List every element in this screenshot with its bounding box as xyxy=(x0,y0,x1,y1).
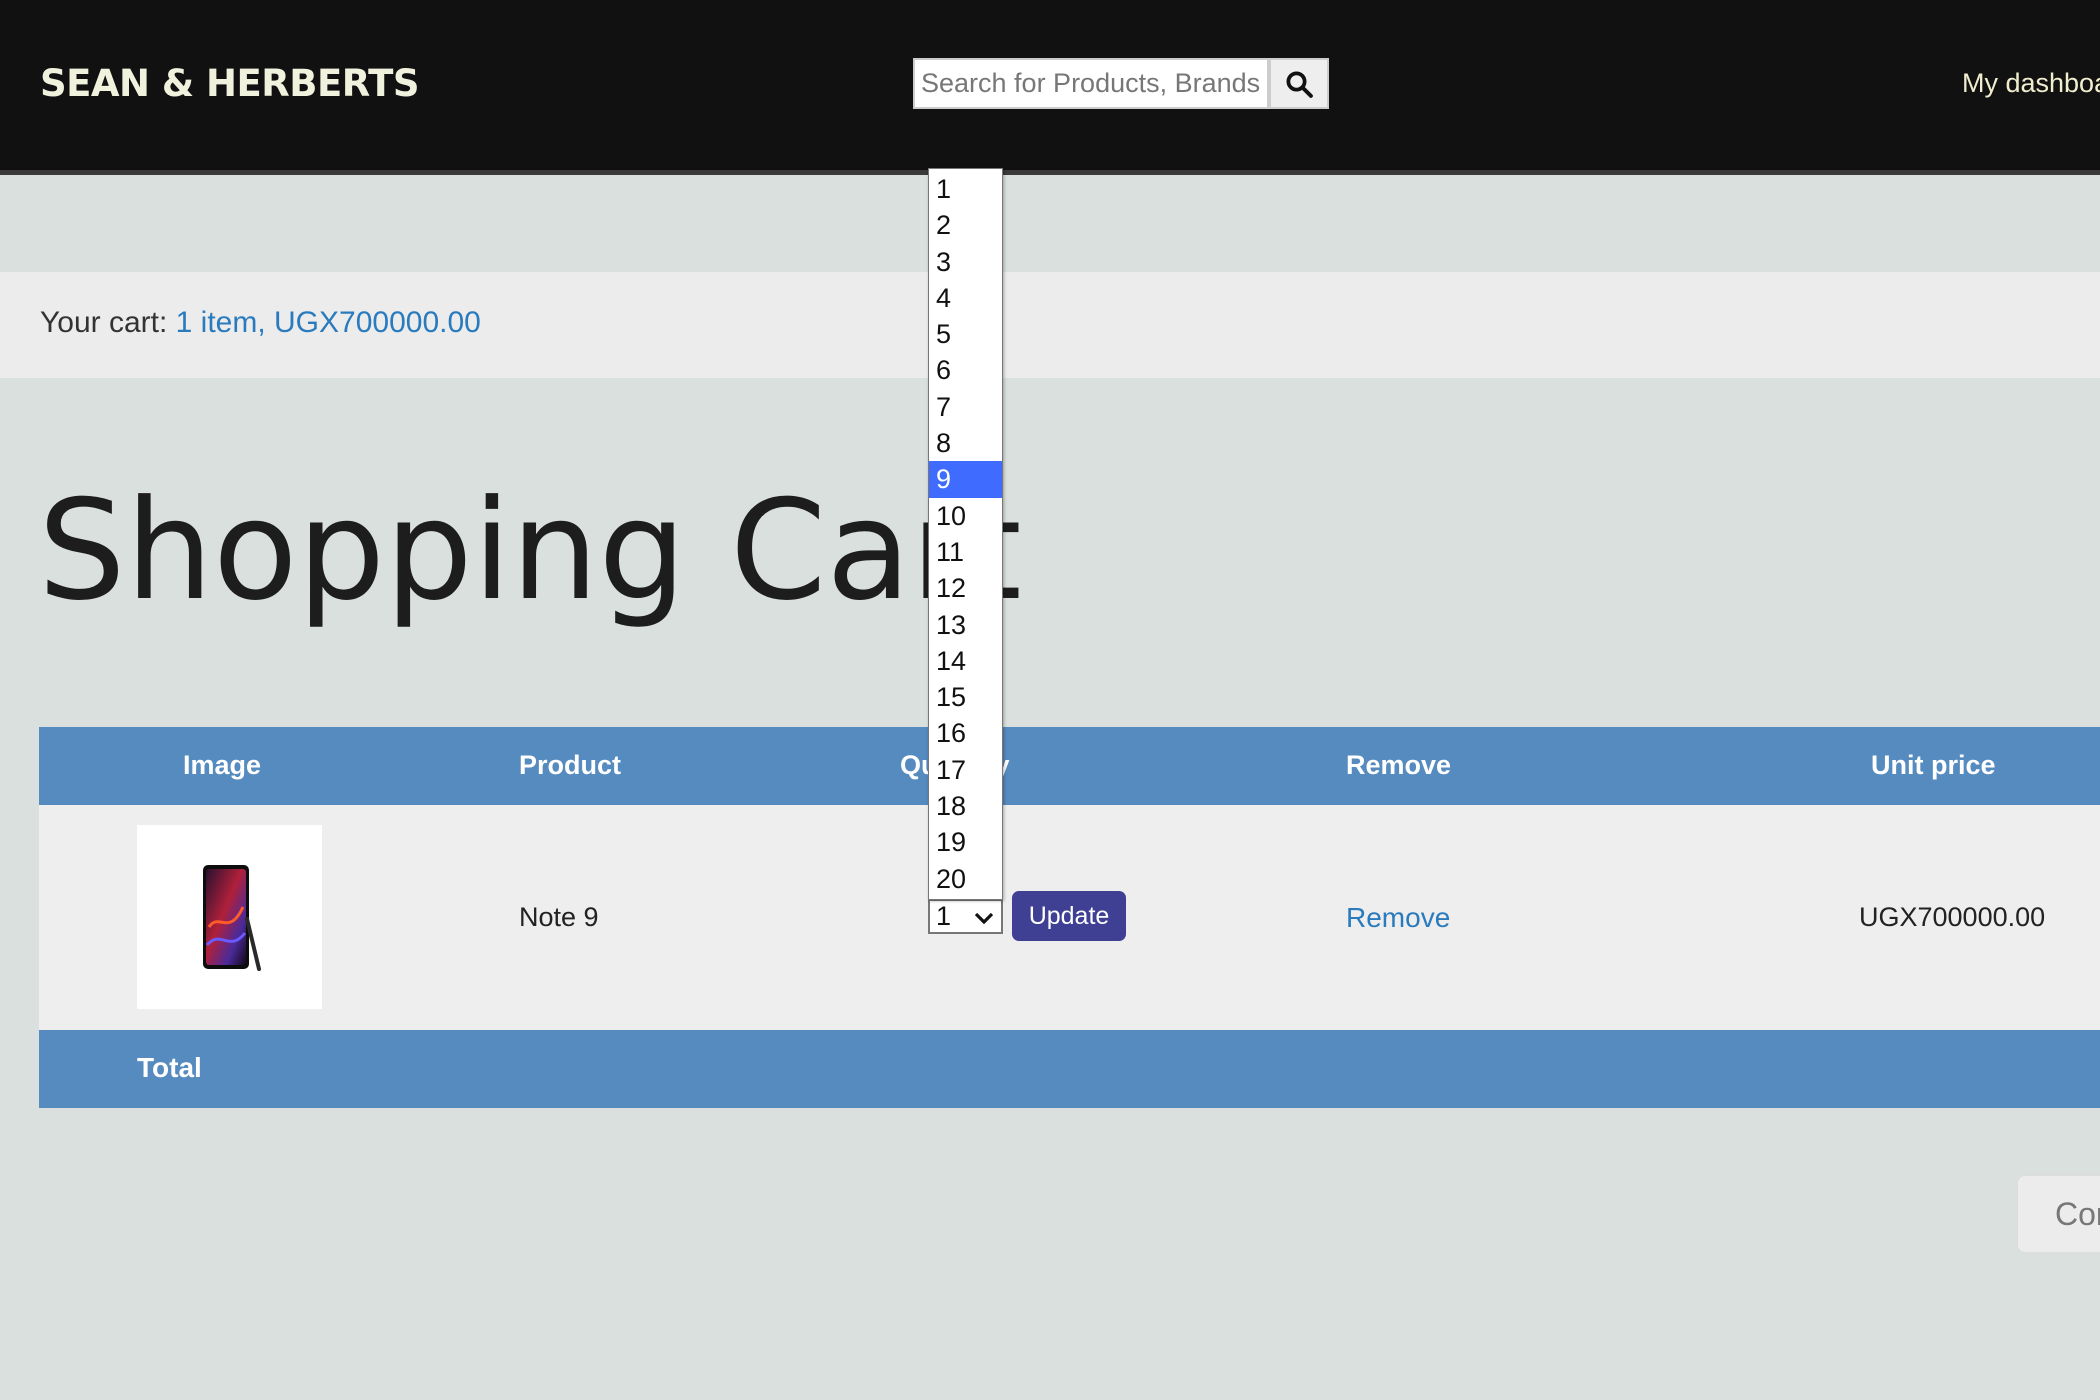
continue-shopping-button[interactable]: Continue shopping xyxy=(2017,1175,2100,1253)
column-header-unit-price: Unit price xyxy=(1871,750,1996,780)
my-dashboard-link[interactable]: My dashboard xyxy=(1962,68,2100,99)
quantity-option[interactable]: 16 xyxy=(929,715,1002,751)
search-button[interactable] xyxy=(1269,58,1329,109)
cart-summary: Your cart: 1 item, UGX700000.00 xyxy=(40,306,481,340)
quantity-option[interactable]: 10 xyxy=(929,498,1002,534)
quantity-option[interactable]: 13 xyxy=(929,607,1002,643)
quantity-option[interactable]: 17 xyxy=(929,752,1002,788)
search-input[interactable] xyxy=(913,58,1269,109)
quantity-select[interactable]: 1 xyxy=(928,899,1003,934)
unit-price: UGX700000.00 xyxy=(1859,902,2046,932)
quantity-option[interactable]: 11 xyxy=(929,534,1002,570)
product-image[interactable] xyxy=(137,825,322,1009)
quantity-option[interactable]: 5 xyxy=(929,316,1002,352)
quantity-option[interactable]: 3 xyxy=(929,244,1002,280)
quantity-option[interactable]: 12 xyxy=(929,570,1002,606)
quantity-option[interactable]: 4 xyxy=(929,280,1002,316)
quantity-option[interactable]: 7 xyxy=(929,389,1002,425)
column-header-remove: Remove xyxy=(1346,750,1452,780)
quantity-dropdown-list[interactable]: 1 2 3 4 5 6 7 8 9 10 11 12 13 14 15 16 17 18 19 20 xyxy=(928,168,1003,900)
search-icon xyxy=(1286,71,1313,98)
update-button[interactable]: Update xyxy=(1012,891,1126,941)
quantity-option[interactable]: 1 xyxy=(929,171,1002,207)
total-label: Total xyxy=(137,1052,202,1083)
phone-image xyxy=(202,865,261,971)
quantity-option[interactable]: 9 xyxy=(929,461,1002,498)
brand-logo[interactable]: SEAN & HERBERTS xyxy=(40,62,419,105)
quantity-option[interactable]: 19 xyxy=(929,824,1002,860)
column-header-product: Product xyxy=(519,750,622,780)
quantity-option[interactable]: 20 xyxy=(929,861,1002,897)
quantity-value: 1 xyxy=(936,901,952,931)
product-name: Note 9 xyxy=(519,902,599,932)
quantity-option[interactable]: 15 xyxy=(929,679,1002,715)
quantity-option[interactable]: 2 xyxy=(929,207,1002,243)
page-title: Shopping Cart xyxy=(38,470,1022,631)
cart-summary-link[interactable]: 1 item, UGX700000.00 xyxy=(176,306,481,339)
quantity-option[interactable]: 8 xyxy=(929,425,1002,461)
quantity-option[interactable]: 18 xyxy=(929,788,1002,824)
top-navbar: SEAN & HERBERTS My dashboard xyxy=(0,0,2100,175)
cart-table-footer xyxy=(39,1030,2100,1108)
quantity-option[interactable]: 6 xyxy=(929,352,1002,388)
remove-link[interactable]: Remove xyxy=(1346,902,1450,934)
cart-table-header xyxy=(39,727,2100,805)
chevron-down-icon xyxy=(974,912,994,925)
cart-label: Your cart: xyxy=(40,306,168,339)
column-header-image: Image xyxy=(183,750,262,780)
quantity-option[interactable]: 14 xyxy=(929,643,1002,679)
